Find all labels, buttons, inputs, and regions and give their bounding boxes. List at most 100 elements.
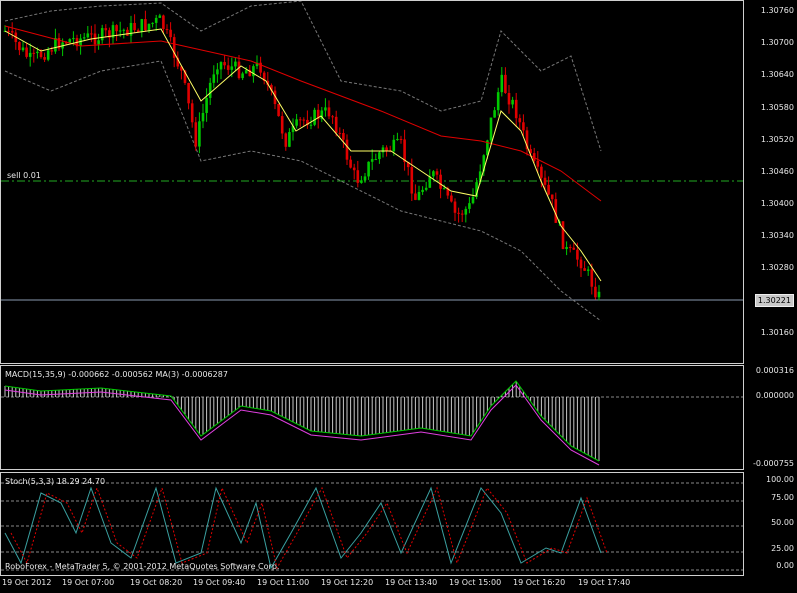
candle-body [522,122,525,131]
candle-body [464,208,468,215]
candle-body [241,73,244,79]
candle-body [298,119,302,121]
candle-body [327,107,331,117]
candle-body [212,74,216,83]
candle-body [396,138,399,140]
candle-body [572,247,576,250]
candle-body [345,139,349,160]
slow-moving-average [4,25,602,202]
macd-canvas [1,380,743,466]
candle-body [32,52,36,54]
candle-body [410,167,414,194]
candle-body [385,147,388,151]
price-tick: 1.30700 [760,38,794,47]
price-tick: 1.30400 [760,199,794,208]
candle-body [86,33,90,38]
candle-body [219,62,223,70]
candle-body [201,112,205,122]
stochastic-pane[interactable]: Stoch(5,3,3) 18.29 24.70 RoboForex - Met… [0,472,744,576]
candle-body [104,28,108,31]
time-label: 19 Oct 13:40 [385,578,438,587]
candle-body [360,180,363,183]
candle-body [46,50,50,60]
stochastic-axis: 100.00 75.00 50.00 25.00 0.00 [744,472,797,576]
candle-body [187,82,190,104]
candle-body [576,249,579,260]
candle-body [334,116,338,133]
candle-body [284,133,288,147]
candle-body [216,69,219,75]
candle-body [277,104,280,117]
candle-body [349,159,352,168]
candle-body [540,166,543,178]
candle-body [50,50,54,52]
candle-body [10,31,14,33]
candle-body [126,29,129,36]
time-label: 19 Oct 08:20 [130,578,183,587]
macd-label: MACD(15,35,9) -0.000662 -0.000562 MA(3) … [5,370,228,379]
price-tick: 1.30760 [760,6,794,15]
candle-body [302,119,306,121]
candle-body [421,189,424,192]
candle-body [403,139,406,162]
stoch-tick: 0.00 [776,561,794,570]
candle-body [39,51,43,58]
candle-body [511,99,514,105]
candle-body [432,171,435,177]
candle-body [500,74,504,93]
candle-body [342,133,345,140]
candle-body [378,152,381,160]
candle-body [331,116,334,118]
current-price-badge: 1.30221 [754,294,794,307]
candle-body [439,174,442,189]
time-label: 19 Oct 17:40 [578,578,631,587]
price-tick: 1.30520 [760,135,794,144]
candle-body [547,184,550,195]
candle-body [68,39,72,43]
candle-body [252,66,255,77]
candle-body [223,62,226,66]
candle-body [97,40,100,45]
candle-body [424,187,428,190]
order-label[interactable]: sell 0.01 [7,171,41,180]
time-label: 19 Oct 15:00 [449,578,502,587]
candle-body [18,42,21,51]
candle-body [338,132,342,134]
candle-body [7,30,10,32]
candle-body [450,195,453,202]
candle-body [399,138,403,140]
candle-body [72,38,75,40]
candle-body [594,286,597,298]
candle-body [356,170,360,183]
fast-moving-average [4,28,602,282]
candle-body [115,25,118,32]
candle-body [25,47,28,57]
stoch-main-line [4,486,602,570]
candle-body [561,221,565,249]
candle-body [280,116,284,134]
price-chart-pane[interactable]: sell 0.01 [0,0,744,364]
candle-body [489,117,493,141]
candle-body [151,22,154,24]
candle-body [295,119,298,126]
candle-body [414,193,417,200]
candle-body [237,61,241,79]
price-tick: 1.30340 [760,231,794,240]
candle-body [165,28,169,30]
candle-body [460,213,464,215]
time-label: 19 Oct 11:00 [257,578,310,587]
candle-body [590,269,594,287]
candle-body [244,70,248,74]
candle-body [417,191,421,200]
price-tick: 1.30460 [760,167,794,176]
candle-body [208,82,212,98]
candle-body [28,52,32,57]
candle-body [54,38,57,52]
candle-body [457,212,460,214]
price-chart-canvas [1,1,743,322]
candle-body [579,259,583,269]
macd-pane[interactable]: MACD(15,35,9) -0.000662 -0.000562 MA(3) … [0,365,744,470]
stoch-tick: 25.00 [771,544,794,553]
time-label: 19 Oct 2012 [2,578,52,587]
time-label: 19 Oct 09:40 [193,578,246,587]
